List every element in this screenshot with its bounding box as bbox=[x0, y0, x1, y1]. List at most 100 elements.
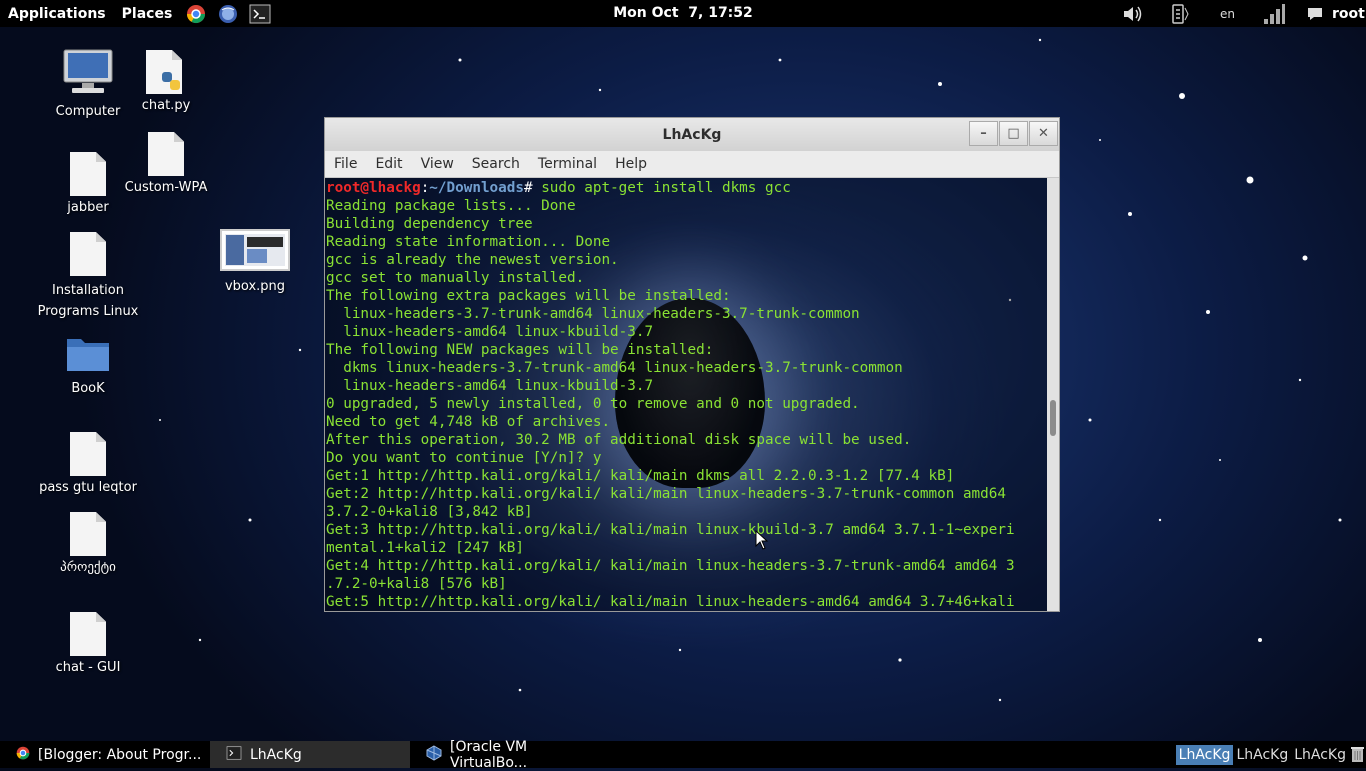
top-panel: Applications Places Mon Oct 7, 17:52 en … bbox=[0, 0, 1366, 27]
menu-view[interactable]: View bbox=[412, 156, 463, 172]
folder-icon bbox=[33, 335, 143, 377]
prompt-end: # bbox=[523, 180, 542, 196]
output-line: Get:5 http://http.kali.org/kali/ kali/ma… bbox=[326, 594, 1015, 610]
output-line: Do you want to continue [Y/n]? y bbox=[326, 450, 602, 466]
speaker-icon[interactable] bbox=[1122, 0, 1144, 27]
output-line: linux-headers-3.7-trunk-amd64 linux-head… bbox=[326, 306, 860, 322]
workspace-switcher: LhAcKg LhAcKg LhAcKg bbox=[1175, 741, 1349, 768]
document-icon bbox=[70, 232, 106, 276]
terminal-icon[interactable] bbox=[249, 3, 271, 25]
user-menu[interactable]: root bbox=[1332, 0, 1365, 27]
terminal-output-area[interactable]: root@lhackg:~/Downloads# sudo apt-get in… bbox=[325, 178, 1059, 611]
document-icon bbox=[70, 432, 106, 476]
desktop-icon-label: vbox.png bbox=[224, 279, 286, 294]
workspace-1[interactable]: LhAcKg bbox=[1175, 744, 1234, 765]
terminal-command: sudo apt-get install dkms gcc bbox=[541, 180, 791, 196]
output-line: Get:3 http://http.kali.org/kali/ kali/ma… bbox=[326, 522, 1015, 538]
desktop-icon-vbox-png[interactable]: vbox.png bbox=[200, 229, 310, 294]
terminal-icon bbox=[226, 745, 242, 764]
output-line: Get:4 http://http.kali.org/kali/ kali/ma… bbox=[326, 558, 1015, 574]
window-titlebar[interactable]: LhAcKg – □ ✕ bbox=[325, 118, 1059, 151]
trash-icon[interactable] bbox=[1351, 746, 1364, 767]
output-line: 3.7.2-0+kali8 [3,842 kB] bbox=[326, 504, 533, 520]
scrollbar-thumb[interactable] bbox=[1050, 400, 1056, 436]
accessibility-icon[interactable] bbox=[1170, 0, 1190, 27]
menu-file[interactable]: File bbox=[325, 156, 366, 172]
python-file-icon bbox=[146, 50, 186, 94]
prompt-separator: : bbox=[420, 180, 430, 196]
desktop-icon-label: chat - GUI bbox=[55, 660, 121, 675]
output-line: Need to get 4,748 kB of archives. bbox=[326, 414, 611, 430]
output-line: linux-headers-amd64 linux-kbuild-3.7 bbox=[326, 324, 654, 340]
task-blogger[interactable]: [Blogger: About Progr... bbox=[0, 741, 210, 768]
desktop-icon-label: chat.py bbox=[141, 98, 191, 113]
document-icon bbox=[70, 612, 106, 656]
task-label: [Oracle VM VirtualBo... bbox=[450, 738, 528, 771]
output-line: Get:2 http://http.kali.org/kali/ kali/ma… bbox=[326, 486, 1006, 502]
window-title: LhAcKg bbox=[662, 126, 722, 143]
menu-search[interactable]: Search bbox=[463, 156, 529, 172]
menu-edit[interactable]: Edit bbox=[366, 156, 411, 172]
output-line: Building dependency tree bbox=[326, 216, 533, 232]
desktop-icon-label: pass gtu leqtor bbox=[39, 480, 137, 495]
output-line: 0 upgraded, 5 newly installed, 0 to remo… bbox=[326, 396, 860, 412]
close-icon: ✕ bbox=[1038, 126, 1049, 141]
output-line: .7.2-0+kali8 [576 kB] bbox=[326, 576, 507, 592]
terminal-window: LhAcKg – □ ✕ File Edit View Search Termi… bbox=[324, 117, 1060, 612]
bottom-taskbar: [Blogger: About Progr... LhAcKg [Oracle … bbox=[0, 738, 1366, 771]
desktop-icon-label: პროექტი bbox=[60, 560, 116, 575]
task-terminal[interactable]: LhAcKg bbox=[210, 741, 410, 768]
terminal-text: root@lhackg:~/Downloads# sudo apt-get in… bbox=[325, 178, 1059, 611]
workspace-2[interactable]: LhAcKg bbox=[1233, 745, 1291, 765]
maximize-button[interactable]: □ bbox=[999, 121, 1028, 146]
desktop-icon-label: Installation Programs Linux bbox=[37, 283, 139, 319]
output-line: linux-headers-amd64 linux-kbuild-3.7 bbox=[326, 378, 654, 394]
task-label: LhAcKg bbox=[250, 746, 302, 763]
output-line: After this operation, 30.2 MB of additio… bbox=[326, 432, 912, 448]
desktop-icon-label: jabber bbox=[67, 200, 109, 215]
close-button[interactable]: ✕ bbox=[1029, 121, 1058, 146]
output-line: mental.1+kali2 [247 kB] bbox=[326, 540, 524, 556]
output-line: gcc is already the newest version. bbox=[326, 252, 619, 268]
desktop-icon-book[interactable]: BooK bbox=[33, 335, 143, 396]
keyboard-language-indicator[interactable]: en bbox=[1220, 0, 1235, 27]
output-line: gcc set to manually installed. bbox=[326, 270, 585, 286]
chrome-icon bbox=[16, 746, 30, 764]
terminal-menubar: File Edit View Search Terminal Help bbox=[325, 151, 1059, 178]
desktop-icon-label: Custom-WPA bbox=[124, 180, 208, 195]
output-line: The following extra packages will be ins… bbox=[326, 288, 731, 304]
desktop-icon-installation-programs-linux[interactable]: Installation Programs Linux bbox=[33, 232, 143, 322]
prompt-path: ~/Downloads bbox=[429, 180, 524, 196]
desktop-icon-custom-wpa[interactable]: Custom-WPA bbox=[111, 132, 221, 195]
output-line: Reading package lists... Done bbox=[326, 198, 576, 214]
signal-icon[interactable] bbox=[1262, 0, 1286, 27]
desktop-icon-chat-gui[interactable]: chat - GUI bbox=[33, 612, 143, 675]
applications-menu[interactable]: Applications bbox=[0, 6, 114, 22]
document-icon bbox=[70, 512, 106, 556]
chrome-icon[interactable] bbox=[185, 3, 207, 25]
document-icon bbox=[148, 132, 184, 176]
virtualbox-icon bbox=[426, 744, 442, 765]
document-icon bbox=[70, 152, 106, 196]
output-line: Get:1 http://http.kali.org/kali/ kali/ma… bbox=[326, 468, 955, 484]
web-browser-icon[interactable] bbox=[217, 3, 239, 25]
output-line: Reading state information... Done bbox=[326, 234, 611, 250]
maximize-icon: □ bbox=[1007, 126, 1020, 141]
places-menu[interactable]: Places bbox=[114, 6, 181, 22]
minimize-button[interactable]: – bbox=[969, 121, 998, 146]
mouse-cursor-icon bbox=[755, 530, 769, 550]
image-thumbnail-icon bbox=[200, 229, 310, 275]
menu-help[interactable]: Help bbox=[606, 156, 656, 172]
prompt-user: root@lhackg bbox=[326, 180, 421, 196]
task-virtualbox[interactable]: [Oracle VM VirtualBo... bbox=[410, 738, 610, 771]
workspace-3[interactable]: LhAcKg bbox=[1291, 745, 1349, 765]
chat-bubble-icon[interactable] bbox=[1306, 0, 1324, 27]
terminal-scrollbar[interactable] bbox=[1047, 178, 1059, 611]
desktop-icon-label: BooK bbox=[71, 381, 105, 396]
desktop-icon-chat-py[interactable]: chat.py bbox=[111, 50, 221, 113]
desktop-icon-project[interactable]: პროექტი bbox=[33, 512, 143, 575]
menu-terminal[interactable]: Terminal bbox=[529, 156, 606, 172]
output-line: The following NEW packages will be insta… bbox=[326, 342, 714, 358]
desktop-icon-pass-gtu-leqtor[interactable]: pass gtu leqtor bbox=[33, 432, 143, 495]
task-label: [Blogger: About Progr... bbox=[38, 746, 202, 763]
